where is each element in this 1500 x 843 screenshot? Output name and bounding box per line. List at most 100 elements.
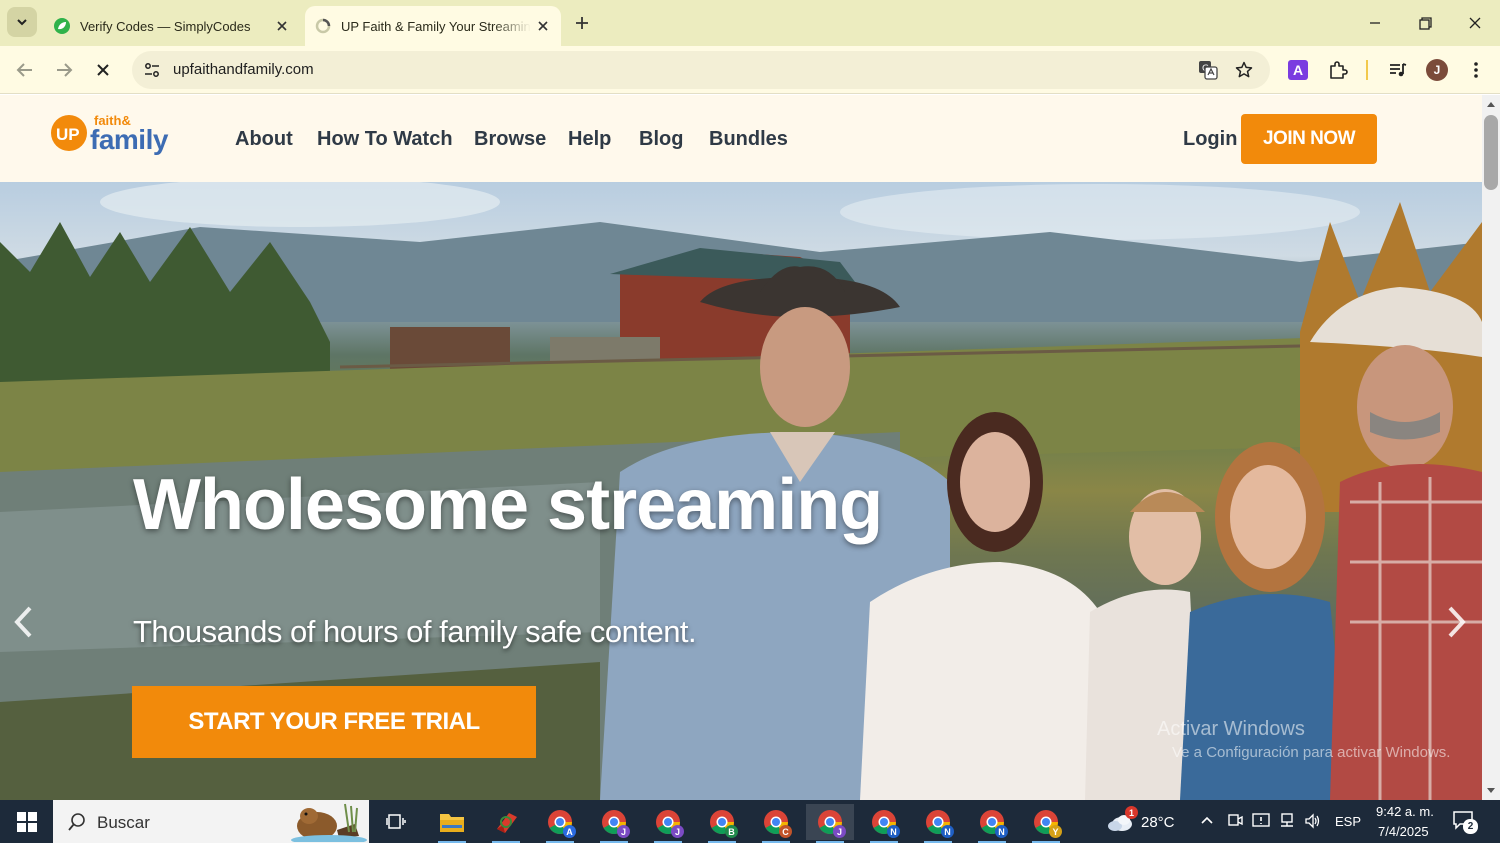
minimize-button[interactable] [1350, 0, 1400, 46]
network-alert-icon[interactable] [1252, 813, 1270, 829]
chrome-profile-badge: N [887, 825, 900, 838]
volume-icon[interactable] [1304, 813, 1322, 829]
close-tab-icon[interactable] [270, 14, 294, 38]
chrome-taskbar-button[interactable]: J [644, 804, 692, 843]
chrome-taskbar-button[interactable]: C [752, 804, 800, 843]
music-queue-icon [1390, 63, 1407, 77]
new-tab-button[interactable] [568, 9, 596, 37]
scroll-down-icon[interactable] [1486, 787, 1496, 795]
task-view-icon [386, 814, 406, 829]
chrome-taskbar-button[interactable]: N [968, 804, 1016, 843]
tab-upfaithandfamily[interactable]: UP Faith & Family Your Streaming [305, 6, 561, 46]
profile-button[interactable]: J [1421, 54, 1453, 86]
task-view-button[interactable] [372, 804, 420, 840]
notification-count: 2 [1463, 819, 1478, 834]
media-control-button[interactable] [1382, 54, 1414, 86]
scroll-up-icon[interactable] [1486, 100, 1496, 108]
kebab-menu-icon [1474, 62, 1478, 78]
windows-activation-title: Activar Windows [1157, 718, 1305, 740]
weather-temp[interactable]: 28°C [1141, 814, 1175, 831]
close-icon [97, 64, 109, 76]
action-center-button[interactable]: 2 [1452, 810, 1478, 834]
minimize-icon [1370, 22, 1380, 24]
extensions-button[interactable] [1322, 54, 1354, 86]
translate-button[interactable]: G [1194, 56, 1222, 84]
ethernet-icon[interactable] [1278, 813, 1296, 829]
chrome-taskbar-button[interactable]: A [536, 804, 584, 843]
back-button[interactable] [9, 54, 41, 86]
start-free-trial-button[interactable]: START YOUR FREE TRIAL [132, 686, 536, 758]
nav-help[interactable]: Help [568, 128, 611, 151]
tab-title: UP Faith & Family Your Streaming [341, 18, 531, 34]
join-now-button[interactable]: JOIN NOW [1241, 114, 1377, 164]
extension-a-button[interactable]: A [1282, 54, 1314, 86]
meet-now-icon[interactable] [1227, 813, 1243, 829]
site-header: UP faith& family About How To Watch Brow… [0, 95, 1482, 182]
bookmark-star-button[interactable] [1230, 56, 1258, 84]
close-tab-icon[interactable] [531, 14, 555, 38]
ruby-app-button[interactable] [482, 804, 530, 843]
site-info-button[interactable] [138, 56, 166, 84]
browser-tabstrip: Verify Codes — SimplyCodes UP Faith & Fa… [0, 0, 1500, 46]
nav-browse[interactable]: Browse [474, 128, 546, 151]
close-icon [1469, 17, 1481, 29]
logo-mark: UP faith& family [51, 113, 169, 155]
chrome-taskbar-button[interactable]: J [590, 804, 638, 843]
carousel-next-button[interactable] [1440, 600, 1474, 644]
svg-text:family: family [90, 124, 169, 155]
chrome-profile-badge: N [995, 825, 1008, 838]
translate-icon: G [1199, 61, 1218, 80]
ruby-gem-icon [497, 813, 517, 833]
url-text[interactable]: upfaithandfamily.com [173, 61, 314, 78]
search-icon [68, 813, 85, 831]
page-scrollbar[interactable] [1482, 95, 1500, 800]
windows-taskbar: Buscar AJJBCJNNNY 1 28°C ESP 9:42 a. m. … [0, 800, 1500, 843]
scrollbar-thumb[interactable] [1484, 115, 1498, 190]
restore-icon [1418, 16, 1432, 30]
close-window-button[interactable] [1450, 0, 1500, 46]
nav-how-to-watch[interactable]: How To Watch [317, 128, 453, 151]
chrome-taskbar-button[interactable]: N [914, 804, 962, 843]
file-explorer-button[interactable] [428, 804, 476, 843]
hero-headline: Wholesome streaming [133, 465, 883, 545]
nav-blog[interactable]: Blog [639, 128, 683, 151]
chrome-taskbar-button[interactable]: Y [1022, 804, 1070, 843]
login-link[interactable]: Login [1183, 128, 1237, 151]
hero-banner: Wholesome streaming Thousands of hours o… [0, 182, 1482, 800]
svg-text:UP: UP [56, 125, 80, 144]
chevron-up-icon[interactable] [1200, 815, 1214, 825]
up-faith-family-logo[interactable]: UP faith& family [50, 111, 182, 155]
address-bar[interactable]: upfaithandfamily.com G [132, 51, 1270, 89]
restore-button[interactable] [1400, 0, 1450, 46]
simplycodes-leaf-icon [54, 18, 70, 34]
star-icon [1235, 61, 1253, 78]
chrome-profile-badge: A [563, 825, 576, 838]
tab-search-button[interactable] [7, 7, 37, 37]
loading-spinner-icon [315, 18, 331, 34]
carousel-prev-button[interactable] [6, 600, 40, 644]
nav-bundles[interactable]: Bundles [709, 128, 788, 151]
chrome-taskbar-button[interactable]: N [860, 804, 908, 843]
chrome-profile-badge: N [941, 825, 954, 838]
weather-widget[interactable]: 1 [1098, 804, 1142, 840]
chrome-profile-badge: Y [1049, 825, 1062, 838]
chrome-profile-badge: J [671, 825, 684, 838]
web-page: UP faith& family About How To Watch Brow… [0, 95, 1482, 800]
chrome-menu-button[interactable] [1460, 54, 1492, 86]
chrome-taskbar-button[interactable]: J [806, 804, 854, 843]
weather-badge: 1 [1125, 806, 1138, 819]
search-placeholder: Buscar [97, 813, 150, 832]
clock-time[interactable]: 9:42 a. m. [1376, 804, 1434, 819]
forward-button[interactable] [48, 54, 80, 86]
language-indicator[interactable]: ESP [1335, 814, 1361, 829]
puzzle-icon [1330, 61, 1348, 79]
taskbar-search-box[interactable]: Buscar [53, 800, 369, 843]
chrome-taskbar-button[interactable]: B [698, 804, 746, 843]
start-button[interactable] [0, 800, 53, 843]
tab-simplycodes[interactable]: Verify Codes — SimplyCodes [44, 6, 300, 46]
browser-toolbar: upfaithandfamily.com G A J [0, 46, 1500, 94]
clock-date[interactable]: 7/4/2025 [1378, 824, 1429, 839]
nav-about[interactable]: About [235, 128, 293, 151]
stop-loading-button[interactable] [87, 54, 119, 86]
chevron-down-icon [17, 19, 27, 26]
